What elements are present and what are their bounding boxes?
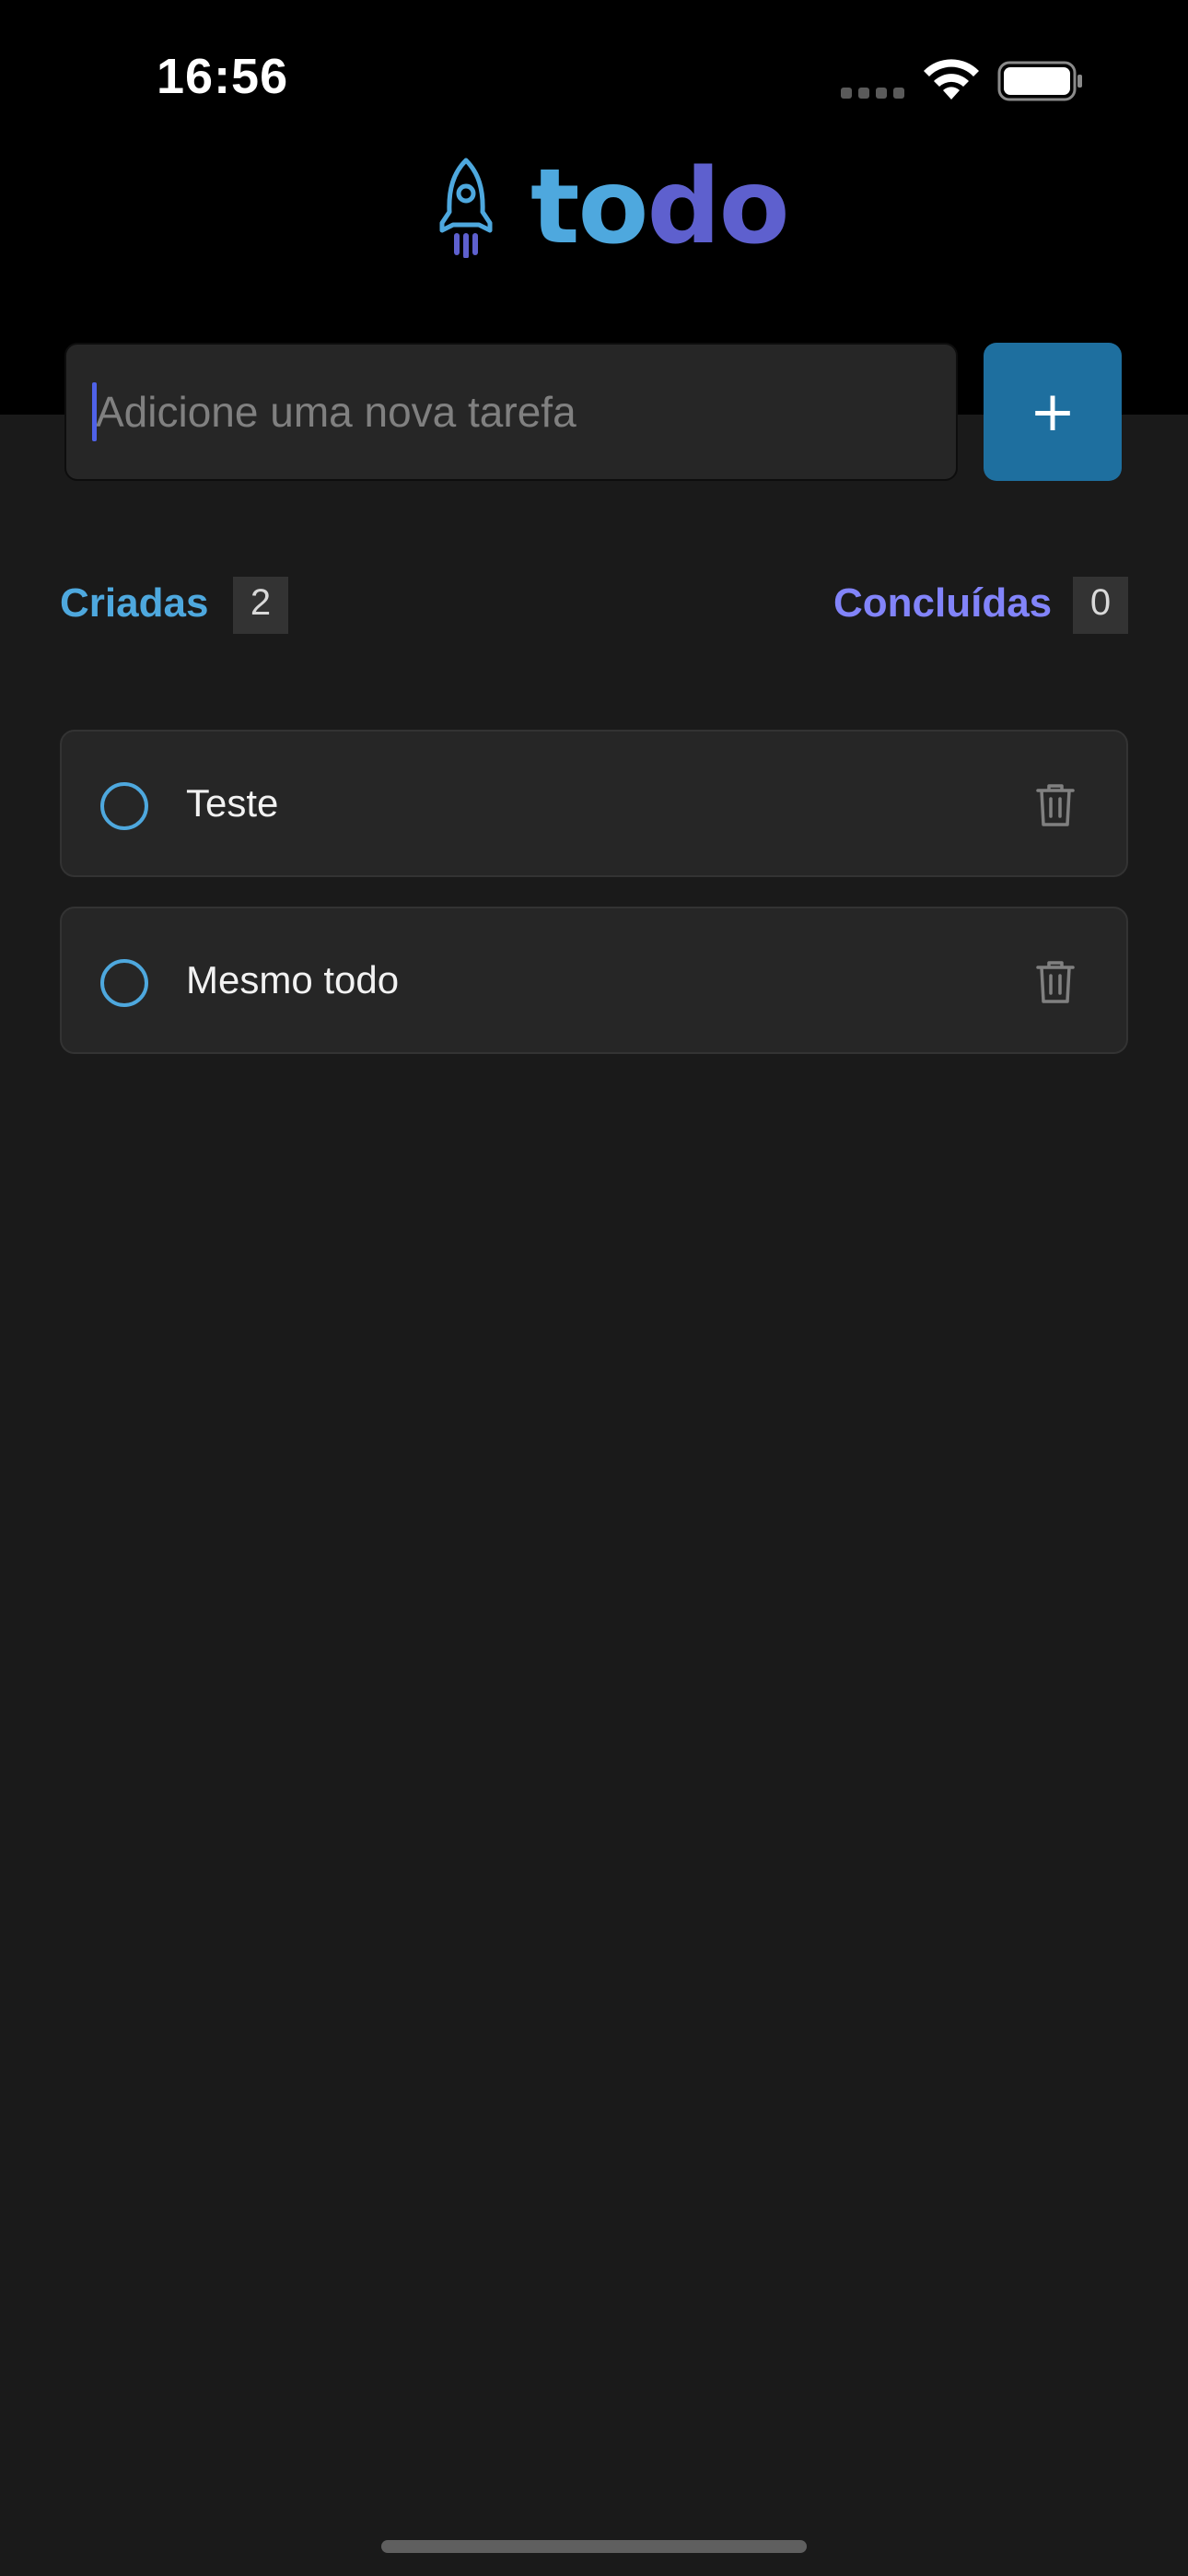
app-screen: 16:56 todo + Criadas 2 Concluídas 0 Test… (0, 0, 1188, 2576)
trash-icon[interactable] (1034, 958, 1077, 1006)
wifi-icon (924, 59, 979, 100)
task-item: Teste (60, 730, 1128, 877)
created-counter-badge: 2 (233, 577, 288, 634)
task-item: Mesmo todo (60, 907, 1128, 1054)
status-time: 16:56 (157, 49, 289, 104)
done-counter-label: Concluídas (833, 580, 1053, 626)
logo-text-to: to (530, 147, 648, 267)
task-text: Teste (186, 781, 279, 825)
task-checkbox[interactable] (100, 782, 148, 830)
cellular-signal-icon (841, 88, 905, 99)
logo-text-do: do (646, 147, 789, 267)
app-logo: todo (433, 156, 790, 259)
new-task-input[interactable] (64, 343, 958, 481)
task-text: Mesmo todo (186, 958, 400, 1001)
rocket-icon (439, 158, 493, 258)
battery-icon (997, 61, 1082, 101)
add-task-button[interactable]: + (984, 343, 1122, 481)
trash-icon[interactable] (1034, 781, 1077, 829)
created-counter-label: Criadas (60, 580, 209, 626)
task-checkbox[interactable] (100, 959, 148, 1007)
done-counter-badge: 0 (1073, 577, 1128, 634)
home-indicator[interactable] (381, 2540, 807, 2553)
logo-text: todo (530, 156, 790, 259)
text-caret (92, 382, 97, 441)
